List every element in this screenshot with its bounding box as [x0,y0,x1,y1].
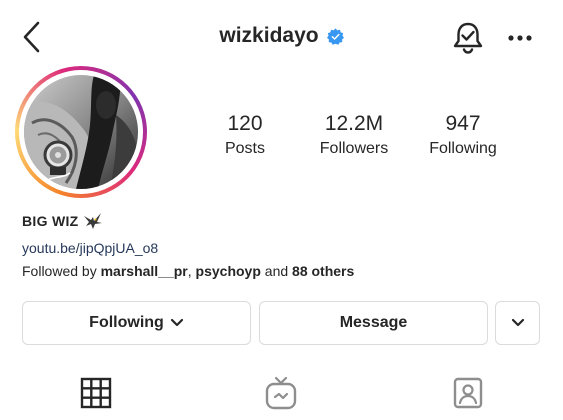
followed-by-text[interactable]: Followed by marshall__pr, psychoyp and 8… [22,263,354,279]
eagle-icon [83,213,102,229]
back-button[interactable] [18,20,46,54]
verified-badge-icon [326,27,344,45]
chevron-down-icon [170,318,183,327]
message-button[interactable]: Message [259,301,488,345]
followers-count: 12.2M [324,112,384,135]
back-chevron-icon [23,21,40,53]
more-horizontal-icon [508,35,532,41]
following-count: 947 [445,112,481,135]
igtv-icon [265,376,297,410]
grid-icon [80,377,112,409]
followed-by-user2[interactable]: psychoyp [196,263,261,279]
suggested-accounts-button[interactable] [495,301,540,345]
more-options-button[interactable] [504,28,536,48]
followed-by-user1[interactable]: marshall__pr [101,263,188,279]
followed-by-others[interactable]: 88 others [292,263,354,279]
tab-igtv[interactable] [264,376,298,410]
followed-by-prefix: Followed by [22,263,97,279]
posts-label: Posts [224,140,265,157]
username: wizkidayo [219,24,319,47]
following-label: Following [429,140,497,157]
display-name: BIG WIZ [22,213,79,229]
followers-stat[interactable]: 12.2M Followers [311,112,397,159]
chevron-down-icon [511,318,524,327]
tab-posts-grid[interactable] [79,376,113,410]
tagged-icon [453,377,483,409]
posts-stat[interactable]: 120 Posts [219,112,271,159]
followed-by-conjunction: and [264,263,289,279]
followed-by-separator: , [187,263,192,279]
following-button[interactable]: Following [22,301,251,345]
posts-count: 120 [227,112,263,135]
message-button-label: Message [339,314,408,331]
followers-label: Followers [319,140,389,157]
notifications-button[interactable] [450,20,486,56]
bell-check-icon [453,22,483,54]
avatar-photo [24,75,138,189]
bio-link[interactable]: youtu.be/jipQpjUA_o8 [22,240,158,256]
bio-name: BIG WIZ [22,212,103,230]
following-stat[interactable]: 947 Following [421,112,505,159]
following-button-label: Following [89,314,164,331]
tab-tagged[interactable] [451,376,485,410]
avatar[interactable] [15,66,147,198]
